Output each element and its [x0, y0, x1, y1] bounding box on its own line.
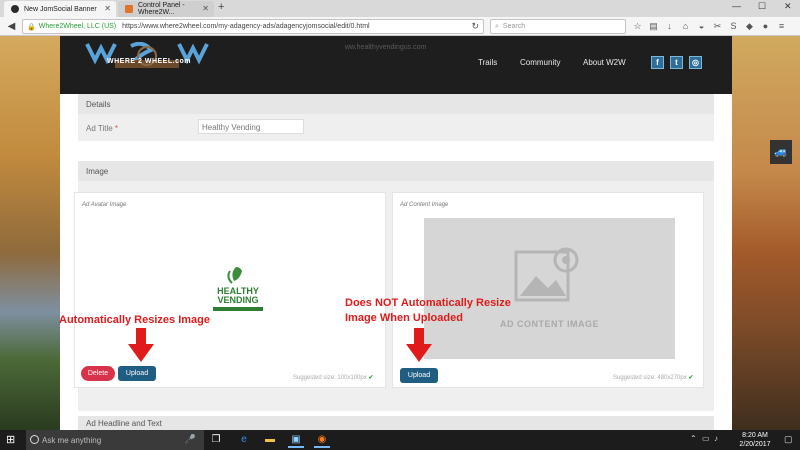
notifications-icon[interactable]: ▢ [784, 434, 793, 445]
close-tab-icon[interactable]: ✕ [104, 4, 111, 13]
content-suggested-size: Suggested size: 480x270px ✔ [613, 375, 694, 381]
volume-icon[interactable]: ♪ [714, 434, 718, 443]
where2wheel-logo-icon[interactable] [85, 42, 213, 72]
content-image-card: Ad Content Image AD CONTENT IMAGE Upload… [392, 192, 704, 388]
tray-chevron-icon[interactable]: ⌃ [690, 434, 697, 443]
skype-icon[interactable]: S [728, 20, 739, 32]
network-icon[interactable]: ▭ [702, 434, 710, 443]
edge-icon[interactable]: e [236, 432, 252, 448]
main-content: Details Ad Title * Healthy Vending Image… [60, 94, 732, 430]
tab-control-panel[interactable]: Control Panel - Where2W... ✕ [118, 1, 214, 17]
logo-tagline-bar [213, 307, 263, 311]
healthy-vending-logo-text: HEALTHY VENDING [217, 286, 259, 305]
details-panel: Ad Title * Healthy Vending [78, 114, 714, 141]
cortana-search-input[interactable]: Ask me anything 🎤 [26, 430, 204, 450]
logo-text: WHERE 2 WHEEL.com [107, 58, 191, 65]
new-tab-button[interactable]: + [218, 1, 224, 13]
upload-avatar-button[interactable]: Upload [118, 366, 156, 381]
avatar-image-card: Ad Avatar Image HEALTHY VENDING Delete U… [74, 192, 386, 388]
app-icon[interactable]: ▣ [288, 432, 304, 448]
tab-new-jomsocial-banner[interactable]: New JomSocial Banner ✕ [4, 1, 116, 17]
task-view-icon[interactable]: ❐ [208, 432, 224, 448]
close-window-button[interactable]: ✕ [784, 1, 792, 12]
avatar-suggested-size: Suggested size: 100x100px ✔ [293, 375, 374, 381]
arrow-down-icon [128, 328, 154, 362]
downloads-icon[interactable]: ↓ [664, 20, 675, 32]
facebook-icon[interactable]: f [651, 56, 664, 69]
bookmark-star-icon[interactable]: ☆ [632, 20, 643, 32]
pocket-icon[interactable]: ◒ [696, 20, 707, 32]
annotation-right: Does NOT Automatically Resize Image When… [345, 297, 511, 324]
tab-label: Control Panel - Where2W... [138, 2, 185, 16]
url-text: https://www.where2wheel.com/my-adagency-… [122, 23, 370, 30]
arrow-down-icon [406, 328, 432, 362]
cortana-icon [30, 435, 39, 444]
address-bar[interactable]: 🔒 Where2Wheel, LLC (US) https://www.wher… [22, 19, 484, 34]
reading-list-icon[interactable]: ▤ [648, 20, 659, 32]
windows-taskbar: ⊞ Ask me anything 🎤 ❐ e ▬ ▣ ◉ ⌃ ▭ ♪ 8:20… [0, 430, 800, 450]
ad-title-input[interactable]: Healthy Vending [198, 119, 304, 134]
screenshot-icon[interactable]: ✂ [712, 20, 723, 32]
site-identity: Where2Wheel, LLC (US) [38, 23, 117, 30]
nav-community[interactable]: Community [520, 58, 560, 67]
lock-icon: 🔒 [27, 23, 36, 31]
ghost-url-text: ww.healthyvendingus.com [345, 44, 427, 51]
home-icon[interactable]: ⌂ [680, 20, 691, 32]
file-explorer-icon[interactable]: ▬ [262, 432, 278, 448]
microphone-icon[interactable]: 🎤 [185, 434, 196, 445]
maximize-button[interactable]: ☐ [758, 1, 766, 12]
search-icon: ⌕ [495, 22, 499, 30]
firefox-icon[interactable]: ◉ [314, 432, 330, 448]
required-marker: * [114, 124, 119, 133]
tab-label: New JomSocial Banner [24, 5, 97, 13]
minimize-button[interactable]: — [732, 1, 741, 11]
content-image-label: Ad Content Image [400, 202, 449, 208]
content-image-placeholder: AD CONTENT IMAGE [424, 218, 675, 359]
windows-start-icon[interactable]: ⊞ [6, 434, 18, 446]
back-arrow-icon[interactable]: ◀ [5, 20, 18, 33]
browser-tab-bar: New JomSocial Banner ✕ Control Panel - W… [0, 0, 800, 17]
instagram-icon[interactable]: ◎ [689, 56, 702, 69]
cortana-placeholder: Ask me anything [42, 435, 102, 445]
image-heading: Image [78, 161, 714, 181]
search-input[interactable]: ⌕ Search [490, 19, 626, 34]
check-icon: ✔ [368, 375, 374, 381]
side-vehicle-icon[interactable]: 🚙 [770, 140, 792, 164]
ad-title-label: Ad Title * [86, 124, 119, 133]
upload-content-button[interactable]: Upload [400, 368, 438, 383]
joomla-favicon-icon [125, 5, 133, 13]
browser-nav-bar: ◀ 🔒 Where2Wheel, LLC (US) https://www.wh… [0, 17, 800, 36]
nav-trails[interactable]: Trails [478, 58, 497, 67]
addon-icon[interactable]: ● [760, 20, 771, 32]
delete-avatar-button[interactable]: Delete [81, 366, 115, 381]
site-header: WHERE 2 WHEEL.com ww.healthyvendingus.co… [60, 36, 732, 94]
twitter-icon[interactable]: t [670, 56, 683, 69]
avatar-image-label: Ad Avatar Image [82, 202, 127, 208]
close-tab-icon[interactable]: ✕ [202, 4, 209, 13]
background-right-strip [732, 36, 800, 430]
image-placeholder-icon [514, 247, 579, 302]
system-clock[interactable]: 8:20 AM 2/20/2017 [730, 431, 780, 449]
ad-headline-heading: Ad Headline and Text [78, 416, 714, 430]
search-placeholder: Search [502, 23, 526, 30]
nav-about[interactable]: About W2W [583, 58, 626, 67]
check-icon: ✔ [688, 375, 694, 381]
details-heading: Details [78, 94, 714, 114]
background-left-strip [0, 36, 60, 430]
reload-icon[interactable]: ↻ [471, 21, 479, 32]
site-favicon-icon [11, 5, 19, 13]
annotation-left: Automatically Resizes Image [59, 314, 211, 326]
menu-icon[interactable]: ≡ [776, 20, 787, 32]
addon-icon[interactable]: ◆ [744, 20, 755, 32]
